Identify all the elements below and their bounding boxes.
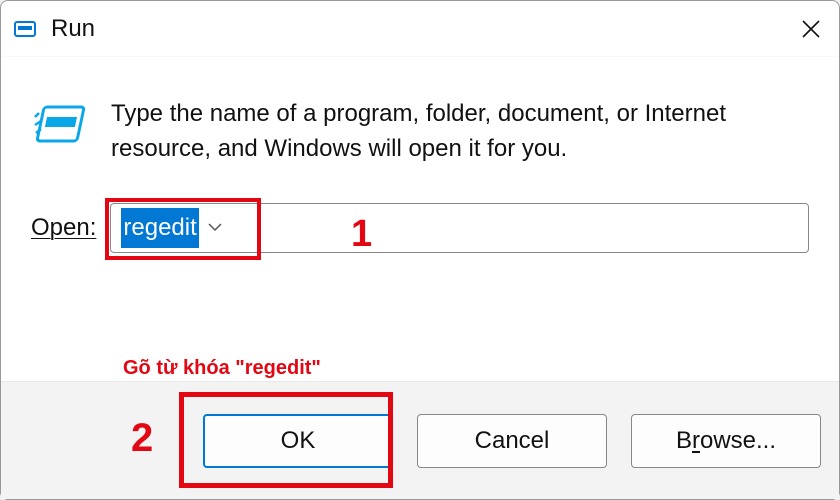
dialog-content: Type the name of a program, folder, docu… [1,57,839,381]
close-button[interactable] [789,7,833,51]
description-row: Type the name of a program, folder, docu… [31,97,809,167]
ok-button[interactable]: OK [203,414,393,468]
run-dialog: Run Type the name of a program, folder, … [0,0,840,500]
browse-button-label: Browse... [676,427,776,455]
browse-button[interactable]: Browse... [631,414,821,468]
chevron-down-icon[interactable] [207,219,223,237]
annotation-callout-1: 1 [351,213,372,256]
description-text: Type the name of a program, folder, docu… [111,97,809,167]
dialog-footer: OK Cancel Browse... [1,381,839,499]
annotation-callout-2: 2 [131,416,153,461]
dialog-title: Run [51,15,827,43]
cancel-button[interactable]: Cancel [417,414,607,468]
open-input-selected-text[interactable]: regedit [121,208,198,248]
open-combobox[interactable]: regedit [110,203,809,253]
titlebar: Run [1,1,839,57]
run-title-icon [13,17,37,41]
run-icon [31,103,87,147]
combo-wrapper: regedit [110,203,809,253]
annotation-hint: Gõ từ khóa "regedit" [123,357,321,380]
cancel-button-label: Cancel [475,427,550,455]
open-row: Open: regedit [31,203,809,253]
ok-button-label: OK [281,427,316,455]
open-label: Open: [31,214,96,242]
close-icon [799,17,823,41]
